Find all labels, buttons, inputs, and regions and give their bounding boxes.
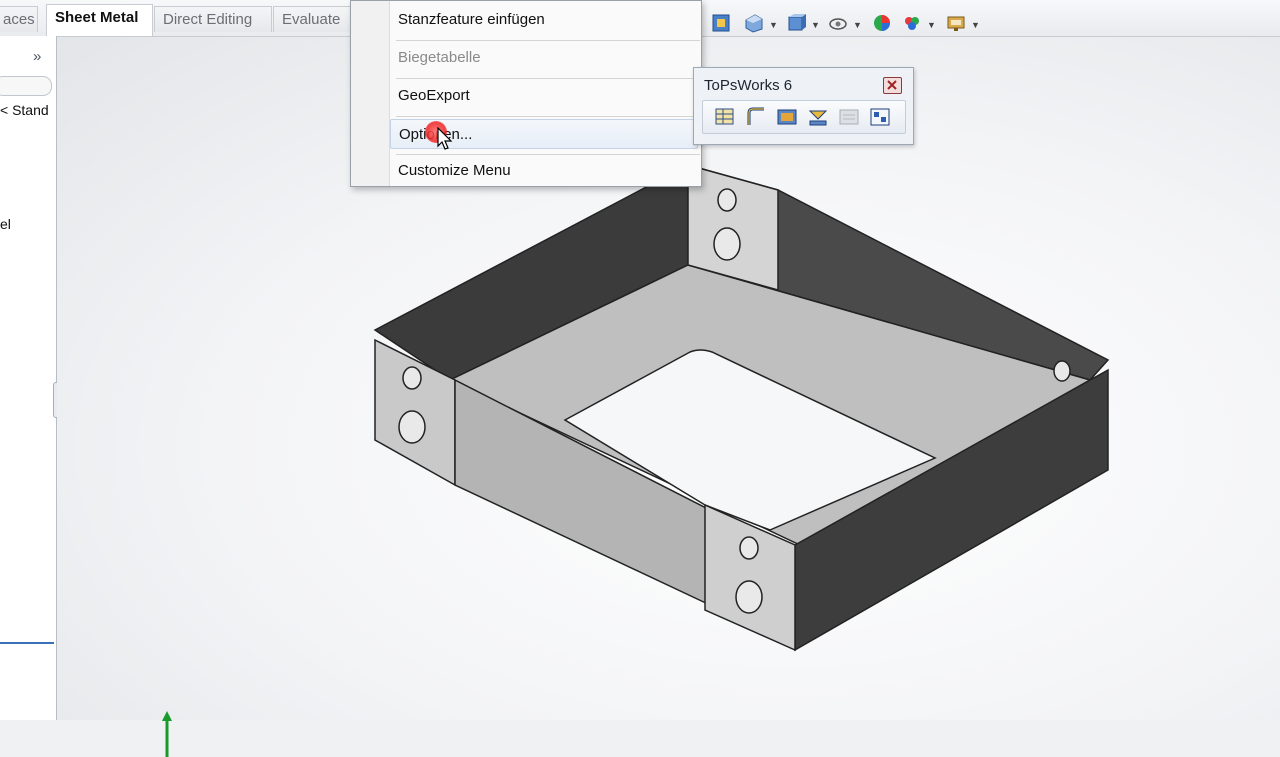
tab-sheet-metal[interactable]: Sheet Metal bbox=[46, 4, 153, 36]
close-button[interactable] bbox=[883, 77, 902, 94]
menu-separator bbox=[396, 40, 700, 41]
context-menu: Stanzfeature einfügen Biegetabelle GeoEx… bbox=[350, 0, 702, 187]
disabled-tool-icon bbox=[837, 105, 861, 129]
menu-separator bbox=[396, 78, 700, 79]
appearance-icon[interactable] bbox=[871, 12, 895, 36]
triad-icon bbox=[162, 711, 172, 757]
menu-separator bbox=[396, 154, 700, 155]
export-icon[interactable] bbox=[775, 105, 799, 129]
options-icon[interactable] bbox=[868, 105, 892, 129]
table-icon[interactable] bbox=[713, 105, 737, 129]
mouse-cursor-icon bbox=[437, 127, 453, 150]
close-icon bbox=[887, 80, 897, 90]
topsworks-button-row bbox=[702, 100, 906, 134]
filter-field[interactable] bbox=[0, 76, 52, 96]
view-cube-icon[interactable] bbox=[710, 12, 734, 36]
menu-item-stanzfeature[interactable]: Stanzfeature einfügen bbox=[390, 5, 698, 35]
menu-separator bbox=[396, 116, 700, 117]
tab-surfaces[interactable]: aces bbox=[0, 6, 38, 32]
monitor-icon[interactable] bbox=[945, 12, 969, 36]
section-view-icon[interactable] bbox=[743, 12, 767, 36]
expand-panel-icon[interactable]: » bbox=[33, 48, 41, 65]
flatten-icon[interactable] bbox=[806, 105, 830, 129]
menu-item-biegetabelle: Biegetabelle bbox=[398, 49, 481, 66]
topsworks-toolbar[interactable]: ToPsWorks 6 bbox=[693, 67, 914, 145]
tab-evaluate[interactable]: Evaluate bbox=[273, 6, 353, 32]
topsworks-title: ToPsWorks 6 bbox=[704, 77, 793, 94]
menu-item-geoexport[interactable]: GeoExport bbox=[390, 81, 698, 111]
display-style-icon[interactable] bbox=[785, 12, 809, 36]
menu-icon-gutter bbox=[351, 1, 390, 186]
tree-item-label: el bbox=[0, 216, 11, 232]
hide-show-icon[interactable] bbox=[827, 12, 851, 36]
panel-divider bbox=[0, 642, 54, 644]
feature-manager-panel: » < Stand el bbox=[0, 36, 65, 720]
menu-item-customize-menu[interactable]: Customize Menu bbox=[390, 156, 698, 186]
bend-icon[interactable] bbox=[744, 105, 768, 129]
tab-direct-editing[interactable]: Direct Editing bbox=[154, 6, 272, 32]
configuration-label: < Stand bbox=[0, 102, 49, 118]
scene-icon[interactable] bbox=[901, 12, 925, 36]
